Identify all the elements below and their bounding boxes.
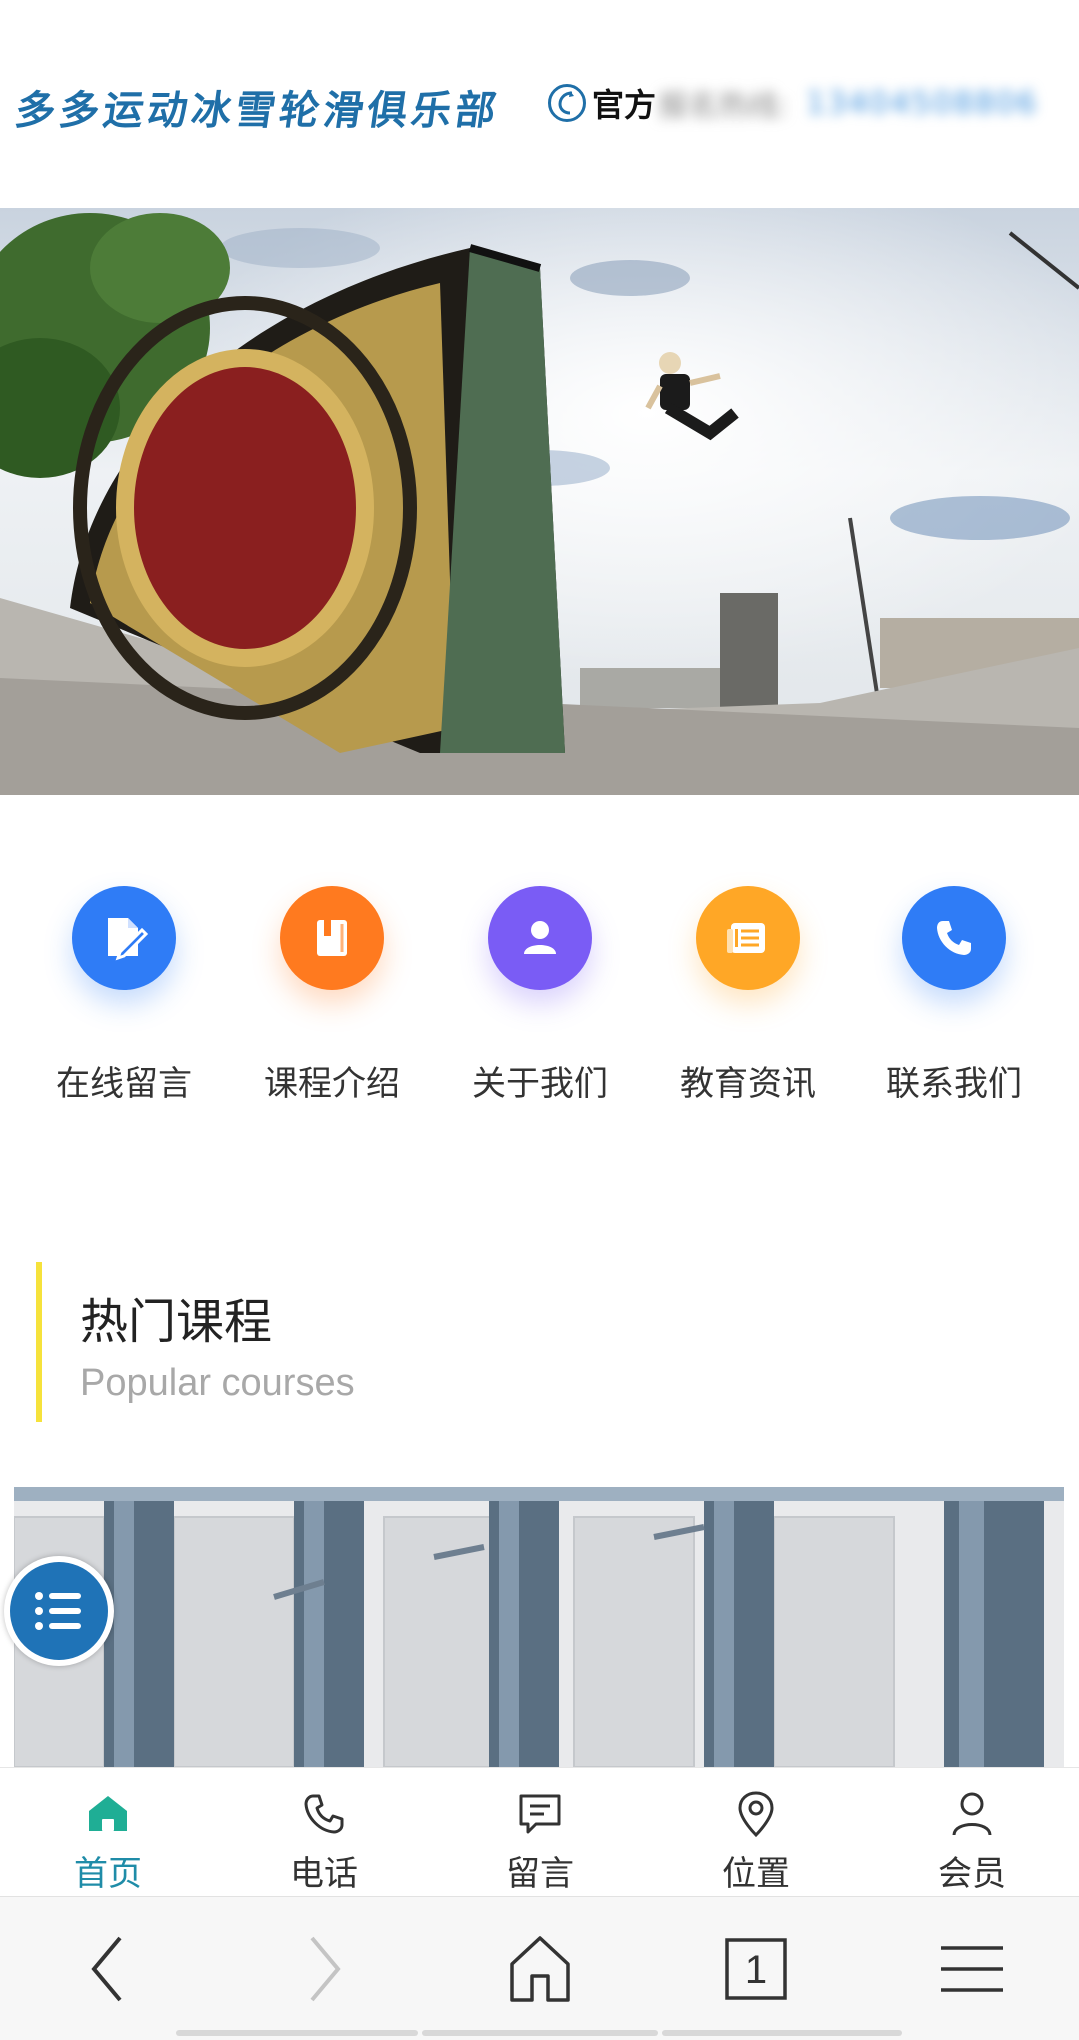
quick-nav-online-message[interactable]: 在线留言 [24,870,224,1105]
section-accent-bar [36,1262,42,1422]
quick-nav-about-us[interactable]: 关于我们 [440,870,640,1105]
course-card-image[interactable] [14,1487,1064,1767]
edit-icon [72,886,176,990]
bottom-nav-label: 首页 [74,1854,142,1894]
quick-nav: 在线留言 课程介绍 关于我们 教育资讯 联系我们 [0,870,1079,1110]
quick-nav-label: 关于我们 [472,1064,608,1104]
browser-back-button[interactable] [0,1897,215,2040]
bottom-nav-label: 会员 [938,1854,1006,1894]
hotline-number[interactable]: 13404508806 [806,86,1038,121]
bottom-nav-location[interactable]: 位置 [648,1768,864,1897]
bottom-nav-label: 电话 [290,1854,358,1894]
member-icon [864,1786,1079,1842]
section-subtitle: Popular courses [80,1362,355,1404]
quick-nav-course-intro[interactable]: 课程介绍 [232,870,432,1105]
phone-icon [216,1786,432,1842]
gesture-bar-segment [662,2030,902,2036]
menu-icon [940,1945,1003,1992]
phone-circle-icon [548,84,586,122]
bottom-nav: 首页 电话 留言 位置 会员 [0,1767,1079,1897]
site-header: 多多运动冰雪轮滑俱乐部 官方 报名热线: 13404508806 [0,0,1079,208]
bottom-nav-label: 位置 [722,1854,790,1894]
section-title: 热门课程 [80,1294,273,1350]
club-logo-text[interactable]: 多多运动冰雪轮滑俱乐部 [12,78,504,136]
quick-nav-label: 课程介绍 [264,1064,400,1104]
quick-nav-education-news[interactable]: 教育资讯 [648,870,848,1105]
gesture-bar-segment [176,2030,418,2036]
hotline[interactable]: 官方 报名热线: 13404508806 [548,78,1038,128]
home-icon [509,1935,570,2002]
floating-menu-button[interactable] [4,1556,114,1666]
browser-toolbar: 1 [0,1896,1079,2040]
tabs-icon: 1 [724,1937,787,2000]
course-building-image [14,1487,1064,1767]
list-menu-icon [10,1562,108,1660]
quick-nav-label: 教育资讯 [680,1064,816,1104]
location-icon [648,1786,864,1842]
message-icon [432,1786,648,1842]
browser-forward-button[interactable] [216,1897,431,2040]
bottom-nav-phone[interactable]: 电话 [216,1768,432,1897]
tab-count: 1 [744,1948,766,1992]
bottom-nav-home[interactable]: 首页 [0,1768,216,1897]
back-icon [90,1936,122,2001]
news-icon [696,886,800,990]
book-icon [280,886,384,990]
hero-banner[interactable] [0,208,1079,795]
browser-menu-button[interactable] [864,1897,1079,2040]
home-icon [0,1786,216,1842]
phone-icon [902,886,1006,990]
browser-home-button[interactable] [432,1897,647,2040]
gesture-bar-segment [422,2030,658,2036]
quick-nav-label: 在线留言 [56,1064,192,1104]
bottom-nav-message[interactable]: 留言 [432,1768,648,1897]
browser-tabs-button[interactable]: 1 [648,1897,863,2040]
hotline-label-blurred: 报名热线: [658,89,789,124]
user-icon [488,886,592,990]
bottom-nav-member[interactable]: 会员 [864,1768,1079,1897]
hero-skate-image [0,208,1079,795]
bottom-nav-label: 留言 [506,1854,574,1894]
quick-nav-label: 联系我们 [886,1064,1022,1104]
quick-nav-contact-us[interactable]: 联系我们 [854,870,1054,1105]
hotline-label: 官方 [592,86,657,124]
forward-icon [309,1936,341,2001]
